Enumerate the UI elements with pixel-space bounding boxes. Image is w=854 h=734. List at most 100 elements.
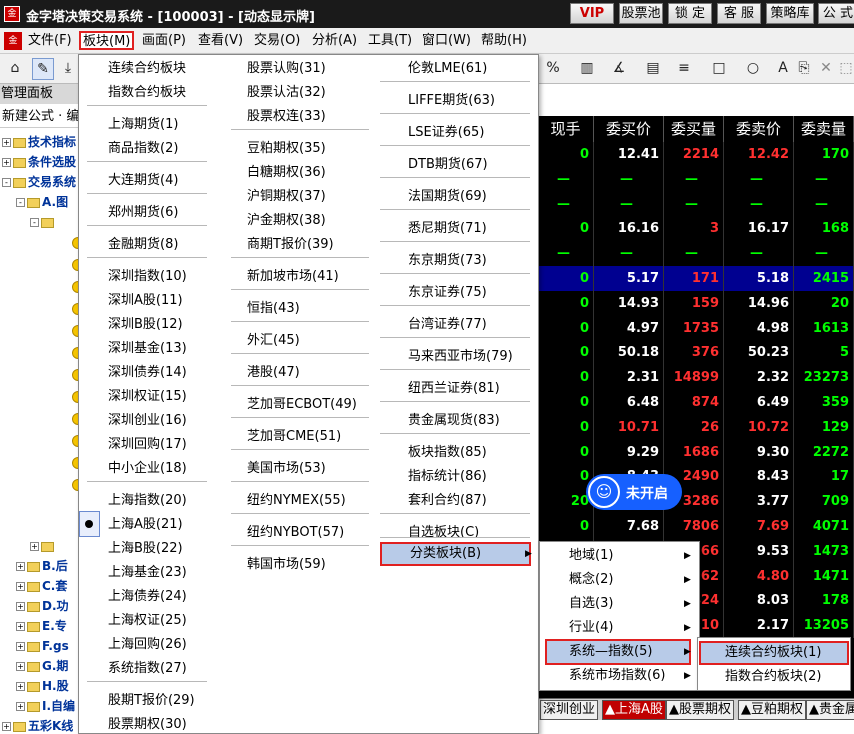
menu-item[interactable]: 深圳权证(15) [108, 387, 187, 407]
tab-precious-metals[interactable]: ▲贵金属 [806, 700, 854, 720]
menu-item[interactable]: 白糖期权(36) [247, 163, 326, 183]
column-header[interactable]: 委买量 [664, 116, 724, 142]
tree-item[interactable]: + I.自编 [16, 696, 75, 716]
menu-item[interactable]: LIFFE期货(63) [408, 91, 495, 111]
tab-stock-options[interactable]: ▲股票期权 [666, 700, 734, 720]
menu-item[interactable]: 纽约NYBOT(57) [247, 523, 344, 543]
menu-screen[interactable]: 画面(P) [142, 32, 186, 51]
menu-trade[interactable]: 交易(O) [254, 32, 300, 51]
menu-item[interactable]: 指数合约板块 [108, 83, 186, 103]
vip-button[interactable]: VIP [570, 3, 614, 24]
menu-item[interactable]: DTB期货(67) [408, 155, 488, 175]
column-header[interactable]: 委卖量 [794, 116, 854, 142]
submenu-item[interactable]: 系统市场指数(6) [569, 666, 665, 686]
menu-item[interactable]: 金融期货(8) [108, 235, 178, 255]
menu-item[interactable]: 上海期货(1) [108, 115, 178, 135]
tree-item[interactable]: + 五彩K线 [2, 716, 73, 734]
copy-icon[interactable]: ⎘ [796, 58, 812, 80]
tab-shanghai-a[interactable]: ▲上海A股 [602, 700, 666, 720]
menu-item[interactable]: 股票认购(31) [247, 59, 326, 79]
app-menu-icon[interactable]: 金 [4, 32, 22, 50]
tree-item[interactable]: + B.后 [16, 556, 68, 576]
menu-item[interactable]: 中小企业(18) [108, 459, 187, 479]
menu-item[interactable]: 纽西兰证券(81) [408, 379, 500, 399]
menu-item[interactable]: 新加坡市场(41) [247, 267, 339, 287]
menu-sector[interactable]: 板块(M) [79, 31, 135, 50]
column-header[interactable]: 委卖价 [724, 116, 794, 142]
menu-item[interactable]: 东京证券(75) [408, 283, 487, 303]
tree-item[interactable]: - A.图 [16, 192, 68, 212]
menu-item[interactable]: 芝加哥ECBOT(49) [247, 395, 357, 415]
tree-item[interactable]: + 技术指标 [2, 132, 76, 152]
delete-icon[interactable]: ✕ [818, 58, 834, 80]
text-icon[interactable]: A [776, 58, 790, 80]
menu-item[interactable]: 外汇(45) [247, 331, 300, 351]
columns-icon[interactable]: ▥ [578, 58, 596, 80]
menu-item[interactable]: 股票期权(30) [108, 715, 187, 734]
menu-item[interactable]: 系统指数(27) [108, 659, 187, 679]
download-icon[interactable]: ⤓ [58, 58, 78, 80]
menu-item[interactable]: 豆粕期权(35) [247, 139, 326, 159]
tree-item[interactable]: + 条件选股 [2, 152, 76, 172]
home-icon[interactable]: ⌂ [4, 58, 26, 80]
menu-item[interactable]: 上海基金(23) [108, 563, 187, 583]
submenu-item-index-contract[interactable]: 指数合约板块(2) [725, 667, 821, 687]
submenu-item[interactable]: 行业(4) [569, 618, 613, 638]
menu-item[interactable]: 港股(47) [247, 363, 300, 383]
menu-tools[interactable]: 工具(T) [368, 32, 412, 51]
menu-item[interactable]: 沪铜期权(37) [247, 187, 326, 207]
menu-item[interactable]: 伦敦LME(61) [408, 59, 487, 79]
menu-item[interactable]: 深圳创业(16) [108, 411, 187, 431]
menu-view[interactable]: 查看(V) [198, 32, 243, 51]
tree-item[interactable]: + C.套 [16, 576, 67, 596]
menu-item[interactable]: 股票权连(33) [247, 107, 326, 127]
rectangle-icon[interactable]: □ [710, 58, 728, 80]
submenu-item[interactable]: 概念(2) [569, 570, 613, 590]
menu-item[interactable]: 郑州期货(6) [108, 203, 178, 223]
parallel-icon[interactable]: ≡ [676, 58, 692, 80]
angle-icon[interactable]: ∡ [610, 58, 628, 80]
menu-item[interactable]: 自选板块(C) [408, 523, 479, 543]
column-header[interactable]: 委买价 [594, 116, 664, 142]
menu-item[interactable]: LSE证券(65) [408, 123, 484, 143]
status-badge[interactable]: ☺ 未开启 [586, 474, 682, 510]
tab-soymeal-options[interactable]: ▲豆粕期权 [738, 700, 806, 720]
menu-item[interactable]: 法国期货(69) [408, 187, 487, 207]
menu-item[interactable]: 上海债券(24) [108, 587, 187, 607]
menu-file[interactable]: 文件(F) [28, 32, 72, 51]
menu-item[interactable]: 股期T报价(29) [108, 691, 195, 711]
percent-icon[interactable]: % [545, 58, 561, 80]
menu-item[interactable]: 深圳回购(17) [108, 435, 187, 455]
menu-item[interactable]: 深圳基金(13) [108, 339, 187, 359]
menu-item[interactable]: 板块指数(85) [408, 443, 487, 463]
menu-item[interactable]: 深圳指数(10) [108, 267, 187, 287]
menu-item[interactable]: 上海权证(25) [108, 611, 187, 631]
menu-item[interactable]: 股票认沽(32) [247, 83, 326, 103]
tree-item[interactable]: + F.gs [16, 636, 69, 656]
formula-button[interactable]: 公 式 [818, 3, 854, 24]
menu-item[interactable]: 深圳B股(12) [108, 315, 183, 335]
menu-item[interactable]: 连续合约板块 [108, 59, 186, 79]
menu-item[interactable]: 韩国市场(59) [247, 555, 326, 575]
menu-item[interactable]: 芝加哥CME(51) [247, 427, 341, 447]
menu-item[interactable]: 纽约NYMEX(55) [247, 491, 346, 511]
menu-item[interactable]: 指标统计(86) [408, 467, 487, 487]
menu-item[interactable]: 悉尼期货(71) [408, 219, 487, 239]
menu-item[interactable]: 深圳债券(14) [108, 363, 187, 383]
menu-item[interactable]: 深圳A股(11) [108, 291, 183, 311]
customer-service-button[interactable]: 客 服 [717, 3, 761, 24]
menu-item[interactable]: 贵金属现货(83) [408, 411, 500, 431]
tree-item[interactable]: + [30, 536, 56, 556]
circle-icon[interactable]: ○ [744, 58, 762, 80]
menu-item[interactable]: 沪金期权(38) [247, 211, 326, 231]
menu-item[interactable]: 大连期货(4) [108, 171, 178, 191]
submenu-item-continuous-contract[interactable]: 连续合约板块(1) [725, 643, 821, 663]
tree-item[interactable]: + E.专 [16, 616, 67, 636]
menu-item[interactable]: 美国市场(53) [247, 459, 326, 479]
submenu-item[interactable]: 地域(1) [569, 546, 613, 566]
menu-help[interactable]: 帮助(H) [481, 32, 527, 51]
strategy-library-button[interactable]: 策略库 [766, 3, 814, 24]
lines-icon[interactable]: ▤ [644, 58, 662, 80]
select-icon[interactable]: ⬚ [838, 58, 854, 80]
menu-item[interactable]: 东京期货(73) [408, 251, 487, 271]
